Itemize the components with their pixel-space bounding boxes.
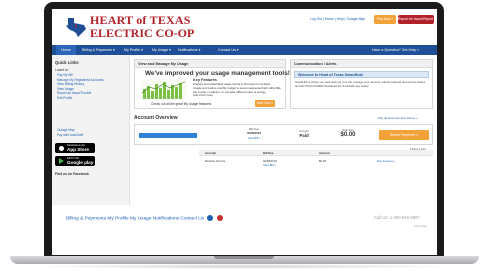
apple-icon [59, 146, 64, 151]
copyright-text: Home Web [414, 225, 427, 228]
total-due-value: $0.00 [340, 132, 356, 138]
quick-links-heading: Quick Links [55, 60, 79, 65]
texas-map-icon [66, 18, 86, 37]
site-header: HEART of TEXAS ELECTRIC CO-OP Log Out | … [52, 9, 437, 45]
row-pay-account-link[interactable]: Pay Account » [377, 159, 395, 163]
welcome-text: SmartHub is where you view and pay your … [295, 80, 426, 88]
pay-all-link[interactable]: Pay all accounts also below » [378, 116, 417, 120]
footer-nav-links[interactable]: Billing & Payments My Profile My Usage N… [66, 216, 204, 221]
youtube-icon[interactable] [216, 215, 223, 221]
site-footer: Billing & Payments My Profile My Usage N… [52, 205, 437, 255]
nav-contact[interactable]: Contact Us ▾ [218, 45, 239, 55]
nav-usage[interactable]: My Usage ▾ [152, 45, 171, 55]
pay-now-button[interactable]: Pay Now » [374, 15, 396, 24]
laptop-notch [214, 256, 274, 259]
usage-panel-title: View and Manage My Usage [135, 60, 285, 68]
col-amount: Amount [319, 151, 330, 155]
row-account-name: Member Service [205, 159, 226, 163]
nav-question[interactable]: Have a Question? Get Help » [372, 45, 419, 55]
select-payment-button[interactable]: Select Payment » [379, 130, 429, 140]
usage-headline: We've improved your usage management too… [145, 70, 290, 77]
app-store-badge[interactable]: Download on the App Store [55, 143, 95, 153]
top-links[interactable]: Log Out | Home | Help | Outage Map [310, 17, 365, 21]
bill-due-date: 02/08/2022 [247, 131, 261, 135]
google-play-text: Google play [67, 160, 94, 165]
call-us-text: Call Us: 1-800-840-2957 [374, 215, 420, 220]
account-detail-table: Account Bill Due Amount Member Service 0… [199, 150, 433, 178]
nav-billing[interactable]: Billing & Payments ▾ [82, 45, 115, 55]
col-bill-due: Bill Due [263, 151, 274, 155]
nav-profile[interactable]: My Profile ▾ [124, 45, 143, 55]
coop-logo[interactable]: HEART of TEXAS ELECTRIC CO-OP [64, 12, 194, 42]
i-want-to-label: I want to: [55, 68, 69, 72]
facebook-link[interactable]: Find us on Facebook [55, 172, 89, 176]
facebook-icon[interactable] [207, 215, 214, 221]
amount-status: Paid [299, 133, 309, 138]
start-now-button[interactable]: Start Now » [255, 100, 275, 107]
quick-links-list-secondary: Outage Map Pay with AutoDraft [57, 128, 83, 137]
account-name-redacted [139, 133, 197, 138]
google-play-badge[interactable]: GET IT ON Google play [55, 156, 95, 166]
quick-links-sidebar: Quick Links I want to: Pay My Bill Manag… [52, 55, 130, 205]
report-outage-button[interactable]: Report An Issue/Report » [398, 15, 436, 24]
col-account: Account [205, 151, 217, 155]
key-features-list: Analyze and understand usage trends to f… [193, 82, 281, 98]
nav-notifications[interactable]: Notifications ▾ [178, 45, 200, 55]
communication-panel: Communication / Alerts Welcome to Heart … [290, 59, 433, 109]
logo-line2: ELECTRIC CO-OP [90, 26, 195, 40]
feature-more: And much more. [193, 93, 214, 98]
communication-panel-title: Communication / Alerts [291, 60, 432, 68]
footer-links: Billing & Payments My Profile My Usage N… [66, 215, 223, 221]
app-store-text: App Store [67, 147, 89, 152]
quick-link-edit-profile[interactable]: Edit Profile [57, 96, 104, 101]
account-summary-row: Bill Due 02/08/2022 View Bill » Amount P… [134, 124, 433, 145]
main-nav: Home Billing & Payments ▾ My Profile ▾ M… [52, 45, 437, 55]
view-bill-link[interactable]: View Bill » [239, 136, 269, 140]
usage-panel: View and Manage My Usage We've improved … [134, 59, 290, 109]
nav-home[interactable]: Home [56, 45, 76, 55]
laptop-mockup: HEART of TEXAS ELECTRIC CO-OP Log Out | … [0, 0, 489, 271]
quick-link-autodraft[interactable]: Pay with AutoDraft [57, 133, 83, 138]
smarthub-screen: HEART of TEXAS ELECTRIC CO-OP Log Out | … [52, 9, 437, 255]
check-out-text: Check out all the great My Usage feature… [151, 102, 212, 106]
google-play-icon [59, 158, 64, 164]
quick-links-list: Pay My Bill Manage My Registered Account… [57, 73, 104, 101]
detail-table-header [199, 150, 433, 156]
laptop-shadow [30, 264, 459, 269]
usage-graph-icon [141, 79, 187, 99]
row-amount: $0.00 [319, 159, 326, 163]
welcome-banner: Welcome to Heart of Texas SmartHub! [294, 71, 429, 78]
row-view-bill-link[interactable]: View Bill » [263, 163, 276, 167]
